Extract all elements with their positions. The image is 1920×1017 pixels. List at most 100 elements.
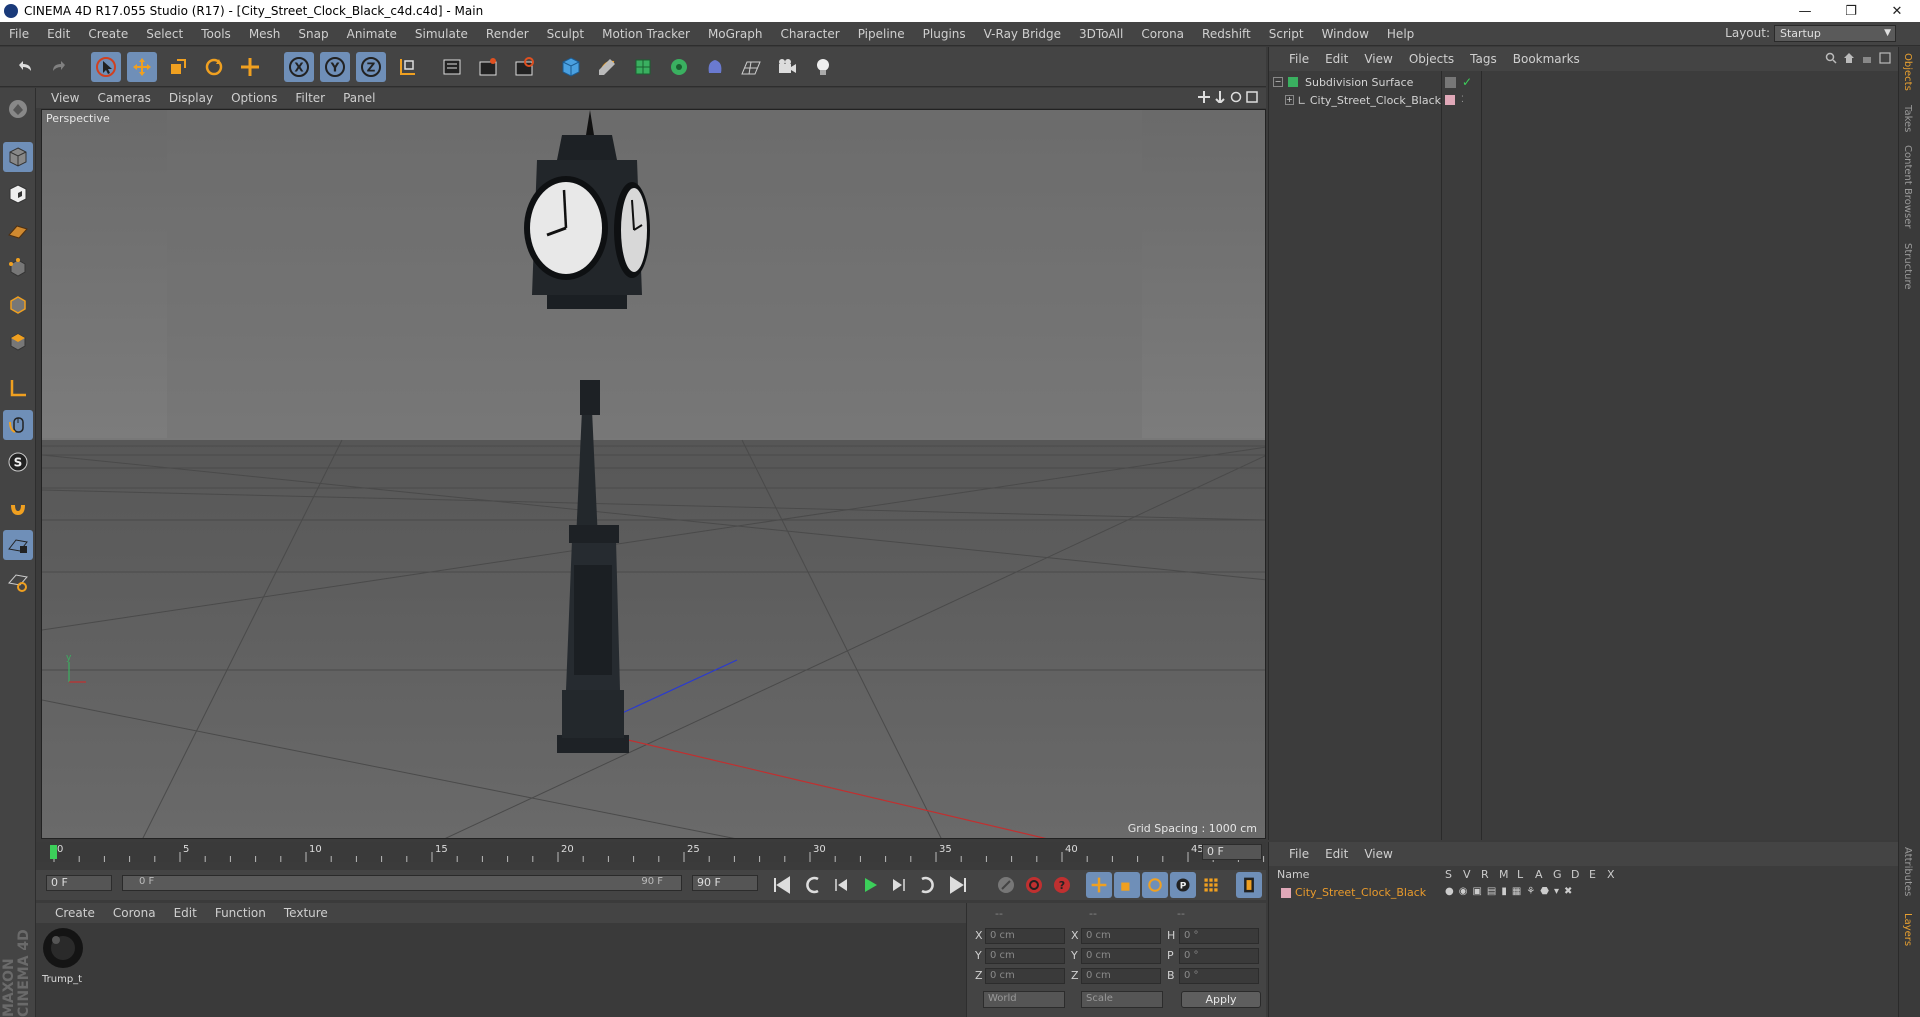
object-name[interactable]: City_Street_Clock_Black	[1310, 94, 1441, 107]
keyframe-selection-icon[interactable]: ?	[1052, 875, 1072, 895]
om-menu-file[interactable]: File	[1281, 52, 1317, 66]
layer-color-swatch[interactable]	[1281, 888, 1291, 898]
lm-menu-edit[interactable]: Edit	[1317, 847, 1356, 861]
light-button[interactable]	[808, 52, 838, 82]
layer-col-a[interactable]: A	[1535, 868, 1543, 881]
close-button[interactable]: ✕	[1874, 0, 1920, 22]
deformer-button[interactable]	[700, 52, 730, 82]
material-item[interactable]: Trump_t	[42, 927, 84, 985]
menu-edit[interactable]: Edit	[38, 27, 79, 41]
workplane-mode-button[interactable]	[3, 216, 33, 246]
menu-pipeline[interactable]: Pipeline	[849, 27, 914, 41]
layer-name[interactable]: City_Street_Clock_Black	[1295, 886, 1426, 899]
tab-structure[interactable]: Structure	[1902, 243, 1913, 290]
om-menu-objects[interactable]: Objects	[1401, 52, 1462, 66]
viewport-camera-label[interactable]: Perspective	[46, 112, 110, 125]
expand-icon[interactable]: +	[1285, 95, 1294, 105]
viewport-menu-display[interactable]: Display	[160, 91, 222, 105]
restore-button[interactable]: ❐	[1828, 0, 1874, 22]
menu-window[interactable]: Window	[1313, 27, 1378, 41]
om-menu-view[interactable]: View	[1356, 52, 1400, 66]
current-frame-field[interactable]: 0 F	[1202, 844, 1262, 860]
z-axis-lock-button[interactable]: Z	[356, 52, 386, 82]
record-keys-icon[interactable]	[996, 875, 1016, 895]
playhead-marker[interactable]	[50, 845, 57, 859]
size-mode-select[interactable]: Scale	[1081, 991, 1163, 1008]
menu-render[interactable]: Render	[477, 27, 538, 41]
floor-button[interactable]	[736, 52, 766, 82]
material-menu-texture[interactable]: Texture	[275, 906, 337, 920]
layer-col-e[interactable]: E	[1589, 868, 1596, 881]
polygons-mode-button[interactable]	[3, 327, 33, 357]
zoom-icon[interactable]	[1214, 91, 1226, 103]
rotation-b-field[interactable]: 0 °	[1179, 968, 1259, 984]
menu-create[interactable]: Create	[79, 27, 137, 41]
collapse-icon[interactable]: −	[1273, 77, 1283, 87]
menu-corona[interactable]: Corona	[1132, 27, 1193, 41]
material-menu-edit[interactable]: Edit	[165, 906, 206, 920]
key-rotation-button[interactable]	[1142, 872, 1168, 898]
visibility-toggle-icon[interactable]	[1445, 76, 1456, 88]
solo-button[interactable]: S	[3, 447, 33, 477]
points-mode-button[interactable]	[3, 253, 33, 283]
viewport-menu-panel[interactable]: Panel	[334, 91, 384, 105]
next-frame-icon[interactable]	[888, 876, 908, 894]
coordinate-mode-select[interactable]: World	[983, 991, 1065, 1008]
position-z-field[interactable]: 0 cm	[985, 968, 1065, 984]
start-frame-field[interactable]: 0 F	[46, 875, 112, 891]
visibility-dots-icon[interactable]: ⁚	[1461, 95, 1464, 105]
layer-col-r[interactable]: R	[1481, 868, 1489, 881]
viewport-menu-cameras[interactable]: Cameras	[88, 91, 159, 105]
coordinate-system-button[interactable]	[392, 52, 422, 82]
material-menu-create[interactable]: Create	[46, 906, 104, 920]
key-scale-button[interactable]	[1114, 872, 1140, 898]
tab-attributes[interactable]: Attributes	[1902, 847, 1913, 896]
lm-menu-view[interactable]: View	[1356, 847, 1400, 861]
menu-help[interactable]: Help	[1378, 27, 1423, 41]
object-row[interactable]: − Subdivision Surface	[1269, 73, 1441, 91]
layer-col-d[interactable]: D	[1571, 868, 1579, 881]
tab-layers[interactable]: Layers	[1902, 913, 1913, 946]
model-mode-button[interactable]	[3, 142, 33, 172]
menu-mesh[interactable]: Mesh	[240, 27, 290, 41]
menu-simulate[interactable]: Simulate	[406, 27, 477, 41]
key-parameter-button[interactable]: P	[1170, 872, 1196, 898]
menu-snap[interactable]: Snap	[289, 27, 337, 41]
tab-content-browser[interactable]: Content Browser	[1902, 145, 1913, 228]
menu-mograph[interactable]: MoGraph	[699, 27, 772, 41]
select-tool-button[interactable]	[91, 52, 121, 82]
key-position-button[interactable]	[1086, 872, 1112, 898]
subdivision-surface-button[interactable]	[628, 52, 658, 82]
menu-plugins[interactable]: Plugins	[914, 27, 975, 41]
position-y-field[interactable]: 0 cm	[985, 948, 1065, 964]
layer-col-m[interactable]: M	[1499, 868, 1509, 881]
position-x-field[interactable]: 0 cm	[985, 928, 1065, 944]
menu-vray-bridge[interactable]: V-Ray Bridge	[975, 27, 1070, 41]
snapping-button[interactable]	[3, 493, 33, 523]
lock-icon[interactable]	[1861, 52, 1873, 64]
perspective-viewport[interactable]: y Perspective Grid Spacing : 1000 cm	[41, 109, 1266, 839]
menu-select[interactable]: Select	[137, 27, 192, 41]
material-menu-function[interactable]: Function	[206, 906, 275, 920]
maximize-view-icon[interactable]	[1246, 91, 1258, 103]
y-axis-lock-button[interactable]: Y	[320, 52, 350, 82]
cube-object-button[interactable]	[556, 52, 586, 82]
axis-mode-button[interactable]	[3, 373, 33, 403]
pan-icon[interactable]	[1198, 91, 1210, 103]
edges-mode-button[interactable]	[3, 290, 33, 320]
om-menu-tags[interactable]: Tags	[1462, 52, 1505, 66]
om-menu-bookmarks[interactable]: Bookmarks	[1505, 52, 1588, 66]
previous-frame-icon[interactable]	[832, 876, 852, 894]
size-z-field[interactable]: 0 cm	[1081, 968, 1161, 984]
make-editable-button[interactable]	[3, 94, 33, 124]
rotation-h-field[interactable]: 0 °	[1179, 928, 1259, 944]
scale-tool-button[interactable]	[163, 52, 193, 82]
previous-key-icon[interactable]	[804, 876, 824, 894]
enabled-check-icon[interactable]: ✓	[1462, 75, 1472, 89]
layer-row[interactable]: City_Street_Clock_Black ●◉▣▤▮▦⚘⬣▾✖	[1269, 885, 1899, 901]
layer-col-v[interactable]: V	[1463, 868, 1471, 881]
menu-animate[interactable]: Animate	[338, 27, 406, 41]
search-icon[interactable]	[1825, 52, 1837, 64]
object-row[interactable]: + City_Street_Clock_Black	[1269, 91, 1441, 109]
frame-range-slider[interactable]: 0 F 90 F	[122, 875, 682, 891]
